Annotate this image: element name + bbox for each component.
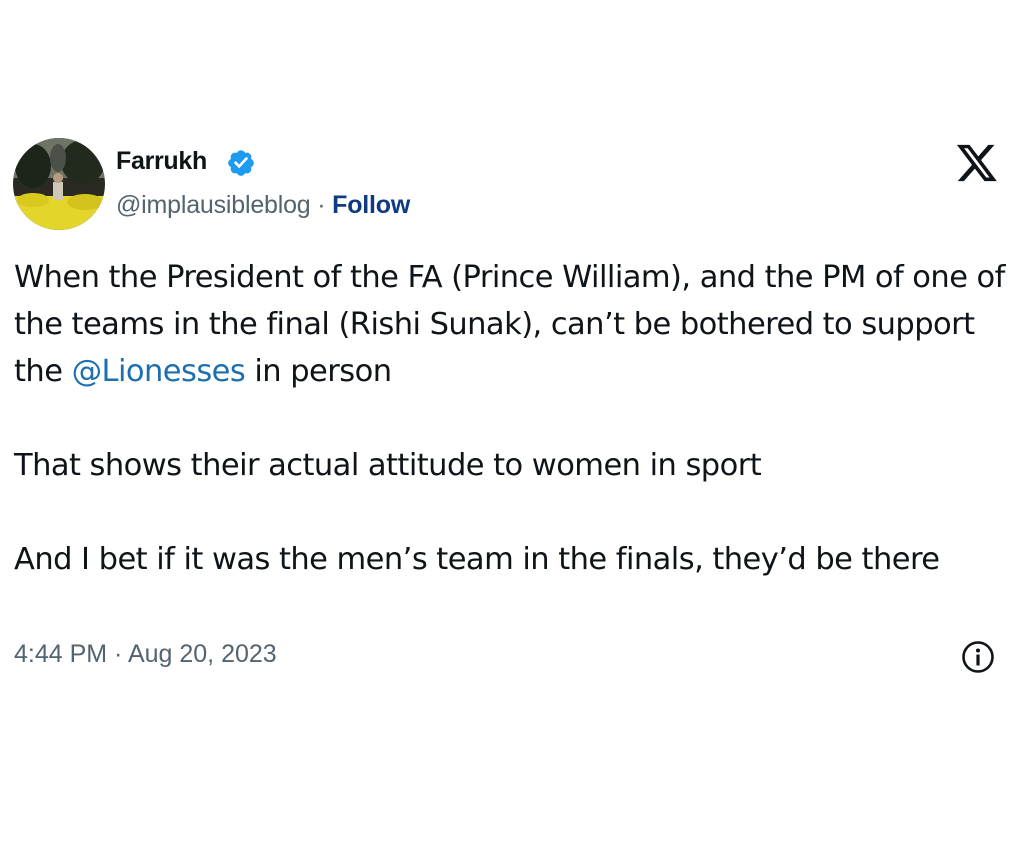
info-circle-icon[interactable] — [961, 640, 995, 674]
tweet-paragraph-2: That shows their actual attitude to wome… — [14, 448, 762, 483]
tweet-text: When the President of the FA (Prince Wil… — [14, 254, 1014, 583]
paragraph-1-tail: in person — [245, 354, 392, 389]
x-logo-icon[interactable] — [955, 143, 999, 183]
mention-link[interactable]: @Lionesses — [72, 354, 246, 389]
follow-button[interactable]: Follow — [332, 191, 410, 219]
verified-badge-icon — [228, 150, 254, 176]
timestamp-link[interactable]: 4:44 PM · Aug 20, 2023 — [14, 640, 277, 669]
tweet-card: Farrukh @implausibleblog · Follow When t… — [0, 0, 1024, 854]
tweet-paragraph-1: When the President of the FA (Prince Wil… — [14, 254, 1014, 395]
avatar[interactable] — [13, 138, 105, 230]
display-name[interactable]: Farrukh — [116, 147, 207, 176]
tweet-paragraph-3: And I bet if it was the men’s team in th… — [14, 542, 940, 577]
separator-dot: · — [310, 191, 333, 219]
handle-row: @implausibleblog · Follow — [116, 191, 410, 220]
author-handle[interactable]: @implausibleblog — [116, 191, 311, 219]
